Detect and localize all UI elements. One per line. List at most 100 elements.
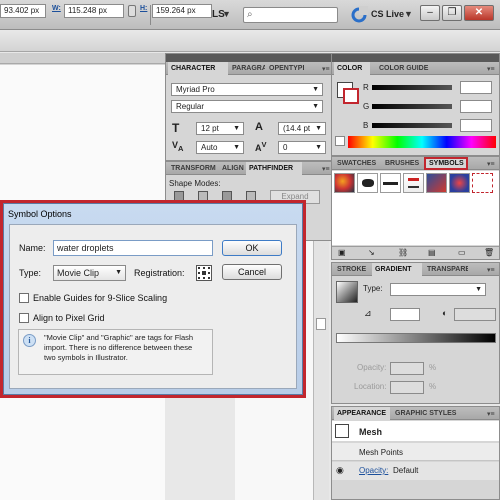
blue-slider[interactable]	[372, 123, 452, 128]
gradient-type-select[interactable]: ▼	[390, 283, 486, 296]
panel-menu-icon[interactable]: ▾≡	[487, 266, 495, 274]
control-bar	[0, 30, 500, 52]
symbol-tile[interactable]	[472, 173, 493, 193]
place-symbol-icon[interactable]: ↘	[368, 248, 375, 257]
tab-appearance[interactable]: APPEARANCE	[334, 407, 390, 420]
aspect-field[interactable]	[454, 308, 496, 321]
symbol-tile[interactable]	[403, 173, 424, 193]
tracking-field[interactable]: 0 ▼	[278, 141, 326, 154]
opacity-label: Opacity:	[357, 363, 387, 372]
registration-grid-icon[interactable]	[196, 265, 212, 281]
opacity-link[interactable]: Opacity:	[359, 466, 388, 475]
color-panel-tabs: COLOR COLOR GUIDE ▾≡	[332, 62, 499, 75]
tab-pathfinder[interactable]: PATHFINDER	[246, 162, 302, 175]
symbol-name-input[interactable]: water droplets	[53, 240, 213, 256]
blue-value-field[interactable]	[460, 119, 492, 132]
symbol-type-select[interactable]: Movie Clip ▼	[53, 265, 126, 281]
location-field[interactable]	[390, 381, 424, 394]
type-label: Type:	[19, 268, 42, 278]
chevron-down-icon[interactable]: ▼	[404, 9, 413, 19]
font-style-select[interactable]: Regular ▼	[171, 100, 323, 113]
type-label: Type:	[363, 284, 383, 293]
info-icon: i	[23, 334, 36, 347]
guides-checkbox[interactable]	[19, 293, 29, 303]
tab-transparency[interactable]: TRANSPARENCY	[424, 263, 468, 276]
minimize-button[interactable]: –	[420, 5, 440, 21]
chevron-down-icon: ▼	[315, 125, 322, 132]
dialog-title: Symbol Options	[8, 209, 72, 219]
tab-color-guide[interactable]: COLOR GUIDE	[376, 62, 434, 75]
appearance-header-row	[332, 421, 499, 441]
color-spectrum[interactable]	[348, 136, 496, 148]
gradient-slider[interactable]	[336, 333, 496, 343]
delete-icon[interactable]: 🗑	[484, 248, 494, 257]
panel-menu-icon[interactable]: ▾≡	[322, 165, 330, 173]
width-field[interactable]: 115.248 px	[64, 4, 124, 18]
angle-field[interactable]	[390, 308, 420, 321]
symbol-tile[interactable]	[334, 173, 355, 193]
pixel-grid-checkbox[interactable]	[19, 313, 29, 323]
kerning-field[interactable]: Auto ▼	[196, 141, 244, 154]
opacity-field[interactable]	[390, 362, 424, 375]
close-button[interactable]: ✕	[464, 5, 494, 21]
font-size-field[interactable]: 12 pt ▼	[196, 122, 244, 135]
leading-field[interactable]: (14.4 pt ▼	[278, 122, 326, 135]
font-family-value: Myriad Pro	[176, 85, 215, 94]
symbol-libraries-icon[interactable]: ▣	[338, 248, 346, 257]
panel-menu-icon[interactable]: ▾≡	[322, 65, 330, 73]
tab-opentype[interactable]: OPENTYPE	[266, 62, 304, 75]
panel-menu-icon[interactable]: ▾≡	[487, 410, 495, 418]
tab-swatches[interactable]: SWATCHES	[334, 157, 380, 170]
chevron-down-icon[interactable]: ▼	[222, 9, 231, 19]
font-family-select[interactable]: Myriad Pro ▼	[171, 83, 323, 96]
chevron-down-icon: ▼	[233, 125, 240, 132]
new-symbol-icon[interactable]: ▭	[458, 248, 466, 257]
tab-character[interactable]: CHARACTER	[168, 62, 228, 75]
x-position-field[interactable]: 93.402 px	[0, 4, 46, 18]
tab-transform[interactable]: TRANSFORM	[168, 162, 218, 175]
panel-menu-icon[interactable]: ▾≡	[487, 160, 495, 168]
link-icon[interactable]	[128, 5, 136, 17]
cs-live-menu[interactable]: CS Live	[371, 9, 404, 19]
symbol-tile[interactable]	[426, 173, 447, 193]
none-swatch[interactable]	[335, 136, 345, 146]
tab-brushes[interactable]: BRUSHES	[382, 157, 422, 170]
tab-color[interactable]: COLOR	[334, 62, 370, 75]
stroke-swatch[interactable]	[343, 88, 359, 104]
red-value-field[interactable]	[460, 81, 492, 94]
green-value-field[interactable]	[460, 100, 492, 113]
tab-align[interactable]: ALIGN	[219, 162, 245, 175]
maximize-button[interactable]: ❐	[442, 5, 462, 21]
green-slider[interactable]	[372, 104, 452, 109]
cs-live-icon[interactable]	[350, 6, 368, 24]
chevron-down-icon: ▼	[315, 144, 322, 151]
symbol-options-icon[interactable]: ▤	[428, 248, 436, 257]
ok-button[interactable]: OK	[222, 240, 282, 256]
symbol-tile[interactable]	[357, 173, 378, 193]
leading-icon: A	[255, 121, 263, 133]
symbols-toolbar: ▣ ↘ ⛓ ▤ ▭ 🗑	[332, 246, 499, 259]
cancel-button[interactable]: Cancel	[222, 264, 282, 280]
red-slider[interactable]	[372, 85, 452, 90]
chevron-down-icon: ▼	[312, 103, 319, 110]
visibility-icon[interactable]: ◉	[336, 465, 344, 476]
tab-symbols[interactable]: SYMBOLS	[424, 157, 468, 170]
gradient-preview[interactable]	[336, 281, 358, 303]
tab-stroke[interactable]: STROKE	[334, 263, 370, 276]
tab-paragraph[interactable]: PARAGRAPH	[229, 62, 265, 75]
symbol-tile[interactable]	[380, 173, 401, 193]
symbols-panel: SWATCHES BRUSHES SYMBOLS ▾≡ ▣ ↘ ⛓ ▤ ▭ 🗑	[331, 156, 500, 260]
height-field[interactable]: 159.264 px	[152, 4, 212, 18]
opacity-percent: %	[429, 363, 437, 372]
list-item[interactable]	[332, 443, 499, 461]
break-link-icon[interactable]: ⛓	[398, 248, 408, 257]
search-input[interactable]: ⌕	[243, 7, 338, 23]
font-size-icon: T	[172, 121, 180, 135]
channel-label-g: G	[363, 102, 370, 111]
scrollbar-thumb[interactable]	[316, 318, 326, 330]
tab-gradient[interactable]: GRADIENT	[372, 263, 422, 276]
color-panel: COLOR COLOR GUIDE ▾≡ R G B	[331, 53, 500, 156]
panel-menu-icon[interactable]: ▾≡	[487, 65, 495, 73]
symbol-tile[interactable]	[449, 173, 470, 193]
tab-graphic-styles[interactable]: GRAPHIC STYLES	[392, 407, 468, 420]
